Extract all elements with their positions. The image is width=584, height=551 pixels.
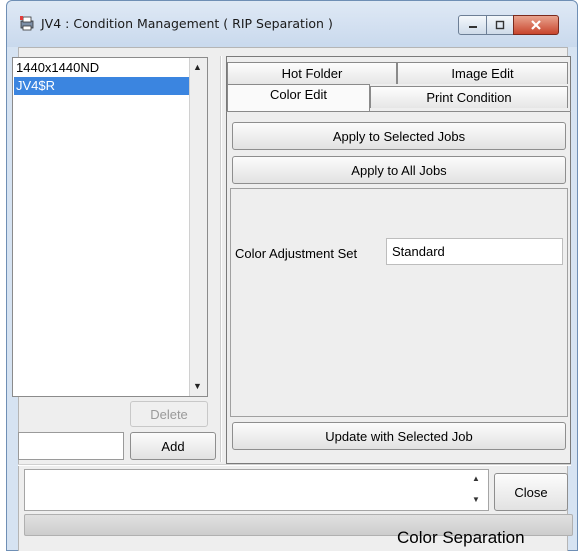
condition-list[interactable]: 1440x1440ND JV4$R ▲ ▼ [12, 57, 208, 397]
panel-divider [220, 56, 222, 462]
tab-image-edit[interactable]: Image Edit [397, 62, 568, 84]
color-edit-settings [230, 188, 568, 417]
list-item[interactable]: JV4$R [14, 77, 191, 95]
scroll-down-icon[interactable]: ▼ [472, 495, 480, 504]
minimize-icon [468, 26, 477, 28]
scroll-up-icon[interactable]: ▲ [193, 62, 202, 72]
apply-selected-jobs-button[interactable]: Apply to Selected Jobs [232, 122, 566, 150]
list-item[interactable]: 1440x1440ND [14, 59, 191, 77]
update-with-selected-job-button[interactable]: Update with Selected Job [232, 422, 566, 450]
title-bar[interactable]: JV4 : Condition Management ( RIP Separat… [7, 1, 577, 47]
condition-name-input[interactable] [18, 432, 124, 460]
maximize-button[interactable] [486, 15, 514, 35]
close-window-button[interactable] [513, 15, 559, 35]
tab-color-edit[interactable]: Color Edit [227, 84, 370, 111]
tab-print-condition[interactable]: Print Condition [370, 86, 568, 108]
printer-app-icon [20, 16, 34, 31]
scroll-up-icon[interactable]: ▲ [472, 474, 480, 483]
apply-all-jobs-button[interactable]: Apply to All Jobs [232, 156, 566, 184]
maximize-icon [495, 20, 505, 30]
close-icon [531, 20, 541, 30]
status-text: Color Separation [397, 528, 525, 547]
message-scroll[interactable]: ▲ ▼ [468, 471, 486, 509]
delete-button[interactable]: Delete [130, 401, 208, 427]
tab-hot-folder[interactable]: Hot Folder [227, 62, 397, 84]
window-title: JV4 : Condition Management ( RIP Separat… [41, 16, 333, 31]
footer-divider [18, 464, 571, 466]
close-button[interactable]: Close [494, 473, 568, 511]
color-adjustment-field[interactable]: Standard [386, 238, 563, 265]
list-scrollbar[interactable]: ▲ ▼ [189, 58, 207, 396]
add-button[interactable]: Add [130, 432, 216, 460]
color-adjustment-label: Color Adjustment Set [235, 246, 358, 261]
scroll-down-icon[interactable]: ▼ [193, 381, 202, 391]
message-area[interactable] [24, 469, 489, 511]
minimize-button[interactable] [458, 15, 487, 35]
